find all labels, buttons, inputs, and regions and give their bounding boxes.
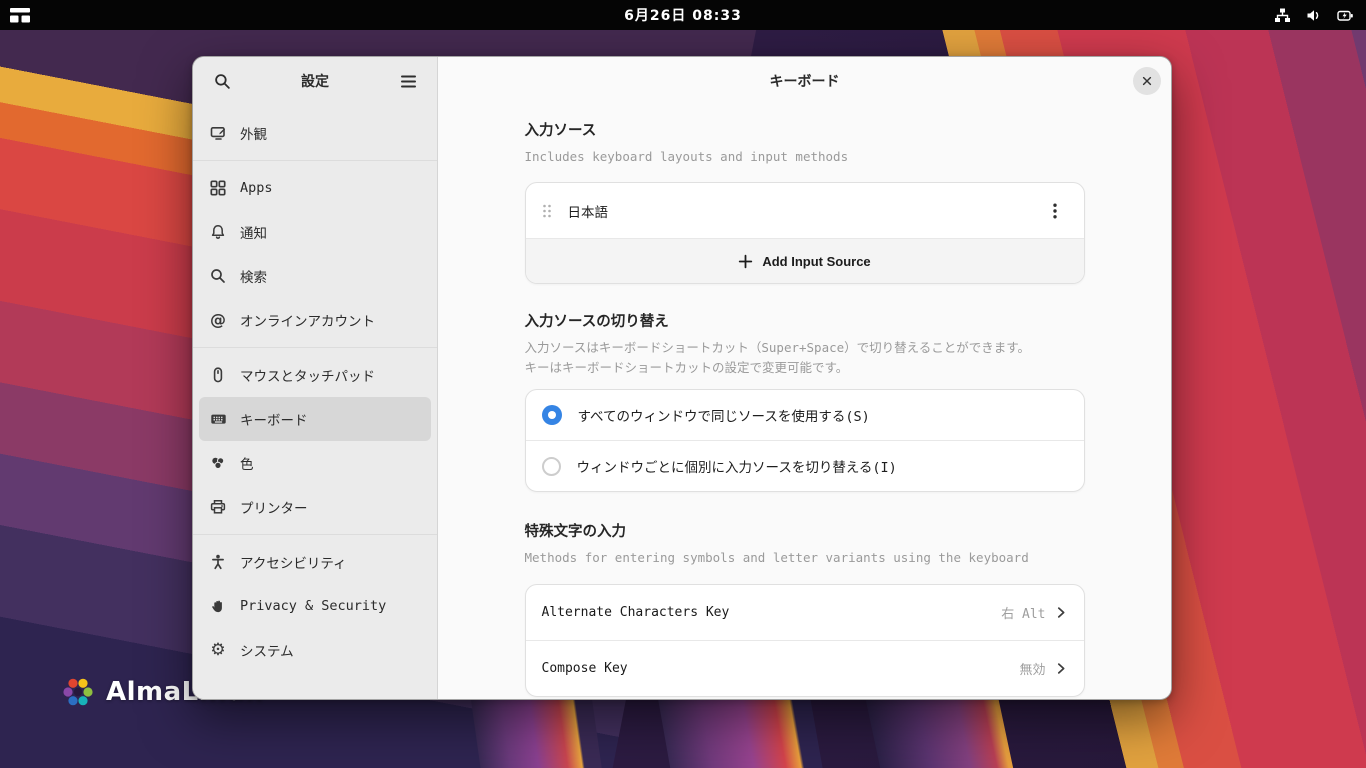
radio-button[interactable] xyxy=(541,405,562,426)
sidebar-item-label: Privacy & Security xyxy=(240,598,387,614)
add-input-source-button[interactable]: Add Input Source xyxy=(525,239,1084,284)
plus-icon xyxy=(739,254,753,269)
source-switching-card: すべてのウィンドウで同じソースを使用する(S) ウィンドウごとに個別に入力ソース… xyxy=(524,389,1085,493)
row-value: 無効 xyxy=(1019,662,1046,678)
sidebar-item-appearance[interactable]: 外観 xyxy=(199,111,431,155)
search-button[interactable] xyxy=(207,66,237,96)
section-desc-special-characters: Methods for entering symbols and letter … xyxy=(524,550,1029,566)
main-content: 入力ソース Includes keyboard layouts and inpu… xyxy=(438,105,1171,699)
sidebar-item-label: マウスとタッチパッド xyxy=(240,369,375,385)
radio-option-label: ウィンドウごとに個別に入力ソースを切り替える(I) xyxy=(576,460,897,477)
sidebar-item-system[interactable]: ⚙ システム xyxy=(199,628,431,672)
sidebar-item-label: プリンター xyxy=(240,501,308,517)
keyboard-settings-pane: キーボード 入力ソース Includes keyboard layouts an… xyxy=(438,57,1171,699)
radio-option-label: すべてのウィンドウで同じソースを使用する(S) xyxy=(577,409,870,426)
sidebar-item-label: オンラインアカウント xyxy=(240,314,375,330)
input-source-row-japanese[interactable]: 日本語 xyxy=(526,183,1084,238)
sidebar-item-label: Apps xyxy=(240,180,273,196)
sidebar-item-apps[interactable]: Apps xyxy=(199,166,431,210)
network-icon[interactable] xyxy=(1274,8,1291,23)
sidebar-item-privacy-security[interactable]: Privacy & Security xyxy=(199,584,431,628)
sidebar-list: 外観 Apps 通知 検索 @ オンラインアカウント マウスとタッチパッド キー… xyxy=(193,105,437,672)
sidebar-item-keyboard[interactable]: キーボード xyxy=(199,397,431,441)
sidebar-item-notifications[interactable]: 通知 xyxy=(199,210,431,254)
sidebar-item-label: 色 xyxy=(240,457,254,473)
appearance-icon xyxy=(209,124,227,142)
radio-button[interactable] xyxy=(541,456,561,476)
sidebar-item-search[interactable]: 検索 xyxy=(199,254,431,298)
search-icon xyxy=(209,267,227,285)
input-source-label: 日本語 xyxy=(567,204,609,221)
input-sources-card: 日本語 Add Input Source xyxy=(524,182,1085,285)
battery-charging-icon[interactable] xyxy=(1337,8,1354,23)
sidebar-item-accessibility[interactable]: アクセシビリティ xyxy=(199,540,431,584)
mouse-icon xyxy=(209,366,227,384)
top-bar: 6月26日 08:33 xyxy=(0,0,1366,30)
sidebar-item-color[interactable]: 色 xyxy=(199,441,431,485)
row-alternate-characters-key[interactable]: Alternate Characters Key 右 Alt xyxy=(526,585,1084,640)
more-options-button[interactable] xyxy=(1042,198,1068,224)
clock[interactable]: 6月26日 08:33 xyxy=(0,5,1366,25)
sidebar-separator xyxy=(193,160,437,161)
section-desc-input-sources: Includes keyboard layouts and input meth… xyxy=(524,149,849,164)
kebab-menu-icon xyxy=(1052,203,1057,219)
at-icon: @ xyxy=(210,310,226,329)
add-input-source-label: Add Input Source xyxy=(762,253,871,269)
chevron-right-icon xyxy=(1057,606,1064,618)
section-title-input-sources: 入力ソース xyxy=(524,123,597,139)
page-title: キーボード xyxy=(769,74,840,90)
almalinux-logo-icon xyxy=(58,672,98,712)
settings-window: 設定 外観 Apps 通知 検索 @ オンラインアカウント マウスとタッチパッド… xyxy=(192,56,1172,700)
drag-handle-icon[interactable] xyxy=(542,203,552,219)
chevron-right-icon xyxy=(1057,662,1064,674)
settings-sidebar: 設定 外観 Apps 通知 検索 @ オンラインアカウント マウスとタッチパッド… xyxy=(193,57,438,699)
bell-icon xyxy=(209,223,227,241)
sidebar-item-label: 通知 xyxy=(240,226,267,242)
accessibility-icon xyxy=(209,553,227,571)
row-label: Compose Key xyxy=(541,660,628,676)
sidebar-item-label: 外観 xyxy=(240,127,267,143)
radio-option-same-source-all-windows[interactable]: すべてのウィンドウで同じソースを使用する(S) xyxy=(526,390,1084,440)
close-icon xyxy=(1142,76,1152,86)
special-characters-card: Alternate Characters Key 右 Alt Compose K… xyxy=(524,583,1085,697)
main-header: キーボード xyxy=(438,57,1171,105)
color-icon xyxy=(209,454,227,472)
main-menu-button[interactable] xyxy=(393,66,423,96)
sidebar-item-label: システム xyxy=(240,644,294,660)
sidebar-item-printers[interactable]: プリンター xyxy=(199,485,431,529)
radio-option-per-window-source[interactable]: ウィンドウごとに個別に入力ソースを切り替える(I) xyxy=(526,441,1084,491)
sidebar-separator xyxy=(193,347,437,348)
printer-icon xyxy=(209,498,227,516)
row-compose-key[interactable]: Compose Key 無効 xyxy=(526,641,1084,696)
gear-icon: ⚙ xyxy=(210,639,226,660)
sidebar-header: 設定 xyxy=(193,57,437,105)
close-button[interactable] xyxy=(1133,67,1161,95)
sidebar-separator xyxy=(193,534,437,535)
volume-icon[interactable] xyxy=(1306,8,1322,23)
row-value: 右 Alt xyxy=(1001,606,1046,622)
sidebar-item-label: アクセシビリティ xyxy=(240,556,347,572)
sidebar-item-online-accounts[interactable]: @ オンラインアカウント xyxy=(199,298,431,342)
sidebar-item-label: キーボード xyxy=(240,413,308,429)
section-desc-source-switching: 入力ソースはキーボードショートカット（Super+Space）で切り替えることが… xyxy=(524,340,1031,375)
sidebar-item-label: 検索 xyxy=(240,270,267,286)
section-title-source-switching: 入力ソースの切り替え xyxy=(524,314,669,331)
apps-grid-icon xyxy=(209,179,227,197)
hand-icon xyxy=(209,597,227,615)
row-label: Alternate Characters Key xyxy=(541,604,730,620)
section-title-special-characters: 特殊文字の入力 xyxy=(524,524,627,541)
sidebar-item-mouse-touchpad[interactable]: マウスとタッチパッド xyxy=(199,353,431,397)
keyboard-icon xyxy=(209,410,227,428)
